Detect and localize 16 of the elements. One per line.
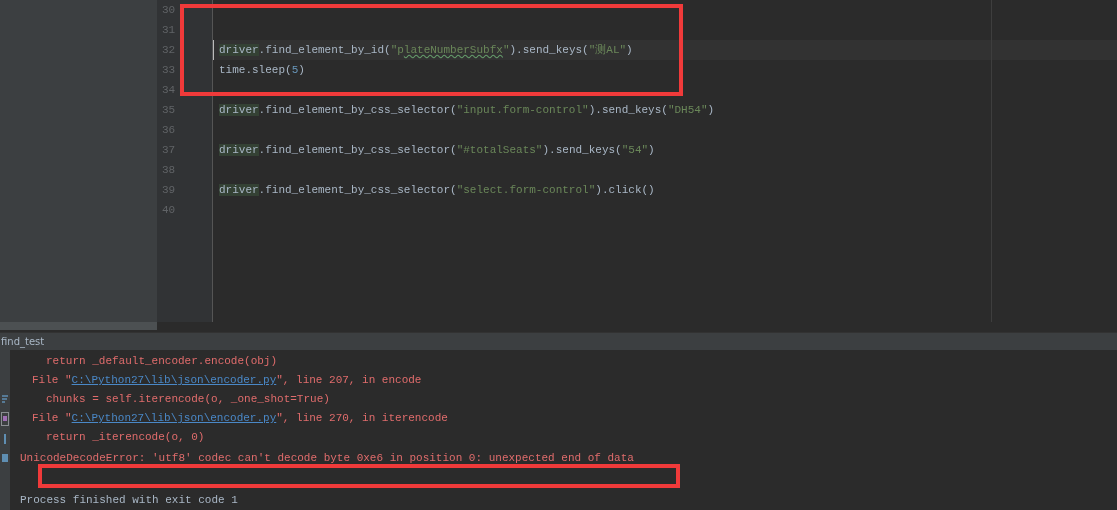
code-line: time.sleep(5) [219, 64, 305, 76]
console-line: File "C:\Python27\lib\json\encoder.py", line 207, in encode [32, 374, 422, 386]
console-line: UnicodeDecodeError: 'utf8' codec can't decode byte 0xe6 in position 0: unexpected end of data [20, 452, 634, 464]
console-line: chunks = self.iterencode(o, _one_shot=True) [46, 393, 330, 405]
code-line: driver.find_element_by_css_selector("input.form-control").send_keys("DH54") [219, 104, 715, 116]
code-editor[interactable] [213, 0, 1117, 322]
run-tab-title[interactable]: find_test [0, 336, 45, 348]
code-line: driver.find_element_by_css_selector("select.form-control").click() [219, 184, 655, 196]
console-line: Process finished with exit code 1 [20, 494, 238, 506]
code-line: driver.find_element_by_css_selector("#totalSeats").send_keys("54") [219, 144, 655, 156]
console-line: File "C:\Python27\lib\json\encoder.py", line 270, in iterencode [32, 412, 448, 424]
code-line: driver.find_element_by_id("plateNumberSubfx").send_keys("测AL") [219, 44, 633, 56]
wrap-icon[interactable] [1, 394, 9, 404]
console-line: return _iterencode(o, 0) [46, 431, 205, 443]
console-line: return _default_encoder.encode(obj) [46, 355, 278, 367]
scrollbar-thumb[interactable] [0, 321, 157, 330]
